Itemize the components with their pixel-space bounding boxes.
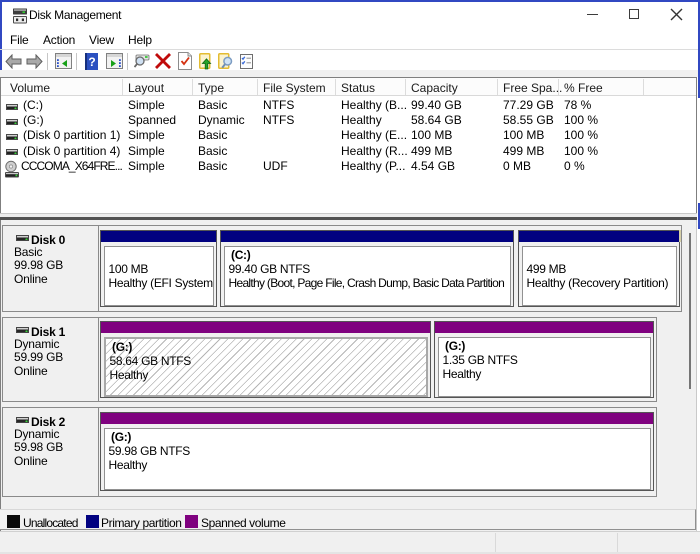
svg-text:?: ? — [88, 55, 95, 69]
